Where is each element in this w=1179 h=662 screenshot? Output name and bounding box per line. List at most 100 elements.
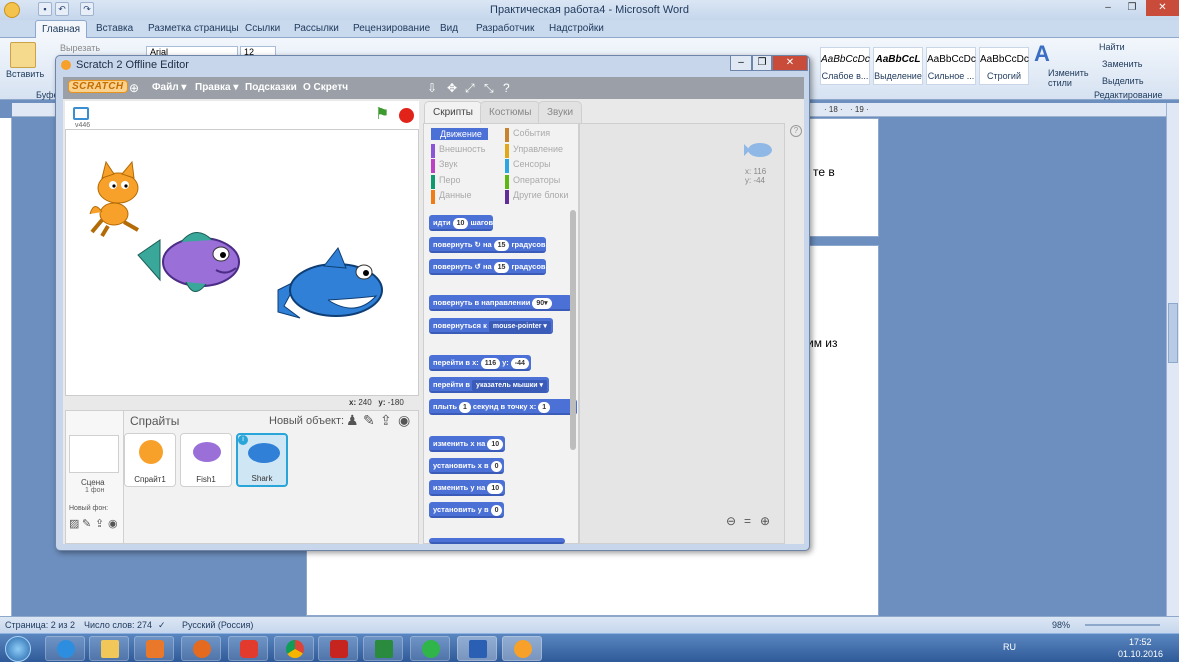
vertical-scrollbar[interactable] (1166, 103, 1179, 616)
taskbar-explorer[interactable] (89, 636, 129, 661)
paint-backdrop-icon[interactable]: ✎ (82, 517, 91, 530)
restore-icon[interactable]: ❐ (1121, 0, 1143, 16)
tab-developer[interactable]: Разработчик (476, 23, 534, 34)
block-turn-left[interactable]: повернуть ↺ на 15 градусов (429, 259, 546, 275)
backdrop-library-icon[interactable]: ▨ (69, 517, 79, 530)
block-set-y[interactable]: установить у в0 (429, 502, 505, 518)
scratch-close-icon[interactable]: ✕ (772, 56, 808, 71)
taskbar-ie[interactable] (45, 636, 85, 661)
tab-mailings[interactable]: Рассылки (294, 23, 339, 34)
fullscreen-icon[interactable] (73, 107, 89, 120)
block-turn-right[interactable]: повернуть ↻ на 15 градусов (429, 237, 546, 253)
zoom-level[interactable]: 98% (1052, 620, 1070, 630)
clock-time[interactable]: 17:52 (1129, 637, 1152, 647)
menu-edit[interactable]: Правка ▾ (195, 82, 238, 93)
block-point-direction[interactable]: повернуть в направлении 90▾ (429, 295, 572, 311)
green-flag-icon[interactable]: ⚑ (375, 104, 389, 124)
word-count[interactable]: Число слов: 274 (84, 620, 152, 630)
style-intense[interactable]: AaBbCcDc Сильное ... (926, 47, 976, 85)
zoom-slider[interactable] (1085, 624, 1160, 626)
stop-icon[interactable] (399, 108, 414, 123)
style-emphasis[interactable]: AaBbCcL Выделение (873, 47, 923, 85)
tab-view[interactable]: Вид (440, 23, 458, 34)
category-item[interactable]: Данные (431, 190, 472, 204)
help-icon[interactable]: ? (790, 125, 802, 137)
block-goto[interactable]: перейти в указатель мышки ▾ (429, 377, 549, 393)
page-count[interactable]: Страница: 2 из 2 (5, 620, 75, 630)
scratch-logo[interactable]: SCRATCH (68, 80, 128, 93)
upload-sprite-icon[interactable]: ⇪ (380, 412, 392, 429)
tab-insert[interactable]: Вставка (96, 23, 133, 34)
category-item[interactable]: Движение (431, 128, 488, 140)
camera-icon[interactable]: ◉ (398, 412, 410, 429)
zoom-reset-icon[interactable]: = (744, 514, 751, 528)
clock-date[interactable]: 01.10.2016 (1118, 649, 1163, 659)
tab-home[interactable]: Главная (35, 20, 88, 39)
category-item[interactable]: Операторы (505, 174, 560, 189)
taskbar-media[interactable] (134, 636, 174, 661)
help-icon[interactable]: ? (503, 81, 510, 95)
scratch-minimize-icon[interactable]: – (730, 56, 752, 71)
close-icon[interactable]: ✕ (1146, 0, 1179, 16)
change-styles-icon[interactable]: A (1034, 42, 1058, 66)
sprite-thumb-cat[interactable]: Спрайт1 (124, 433, 176, 487)
category-item[interactable]: Звук (431, 159, 457, 173)
taskbar-acrobat[interactable] (318, 636, 358, 661)
stage-thumbnail[interactable] (69, 435, 119, 473)
minimize-icon[interactable]: – (1097, 0, 1119, 16)
zoom-in-icon[interactable]: ⊕ (760, 514, 770, 528)
block-set-x[interactable]: установить х в0 (429, 458, 505, 474)
taskbar-mail[interactable] (410, 636, 450, 661)
duplicate-icon[interactable]: ⇩ (427, 81, 437, 95)
category-item[interactable]: Сенсоры (505, 159, 551, 173)
tab-addins[interactable]: Надстройки (549, 23, 604, 34)
scratch-restore-icon[interactable]: ❐ (752, 56, 772, 71)
menu-tips[interactable]: Подсказки (245, 82, 297, 93)
cut-button[interactable]: Вырезать (60, 43, 100, 53)
block-glide[interactable]: плыть 1 секунд в точку x: 1 (429, 399, 577, 415)
menu-file[interactable]: Файл ▾ (152, 82, 186, 93)
grow-icon[interactable]: ⤢ (465, 81, 475, 96)
zoom-out-icon[interactable]: ⊖ (726, 514, 736, 528)
taskbar-word[interactable] (457, 636, 497, 661)
taskbar-scratch[interactable] (502, 636, 542, 661)
tab-costumes[interactable]: Костюмы (480, 101, 541, 123)
block-partial[interactable] (429, 538, 565, 544)
taskbar-chrome[interactable] (274, 636, 314, 661)
tab-references[interactable]: Ссылки (245, 23, 280, 34)
language-tray[interactable]: RU (1003, 642, 1016, 652)
backdrop-camera-icon[interactable]: ◉ (108, 517, 118, 530)
info-icon[interactable]: i (238, 435, 248, 445)
category-item[interactable]: Перо (431, 174, 461, 189)
category-item[interactable]: Внешность (431, 143, 486, 158)
script-area[interactable]: ? x: 116 y: -44 ⊖ = ⊕ (579, 123, 802, 544)
paint-sprite-icon[interactable]: ✎ (363, 412, 375, 429)
upload-backdrop-icon[interactable]: ⇪ (95, 517, 104, 530)
block-change-x[interactable]: изменить х на 10 (429, 436, 506, 452)
spellcheck-icon[interactable]: ✓ (158, 620, 166, 631)
tab-sounds[interactable]: Звуки (538, 101, 583, 123)
sprite-thumb-fish[interactable]: Fish1 (180, 433, 232, 487)
scrollbar-thumb[interactable] (1168, 303, 1178, 363)
taskbar-app[interactable] (228, 636, 268, 661)
menu-about[interactable]: О Скретч (303, 82, 348, 93)
sprite-from-library-icon[interactable]: ♟ (346, 412, 359, 429)
paste-icon[interactable] (10, 42, 36, 68)
language-indicator[interactable]: Русский (Россия) (182, 620, 253, 630)
globe-icon[interactable]: ⊕ (129, 81, 139, 95)
tab-scripts[interactable]: Скрипты (424, 101, 482, 123)
block-point-towards[interactable]: повернуться к mouse-pointer ▾ (429, 318, 553, 334)
start-button[interactable] (5, 636, 31, 662)
replace-button[interactable]: Заменить (1102, 59, 1142, 69)
block-move[interactable]: идти 10 шагов (429, 215, 494, 231)
category-item[interactable]: Управление (505, 143, 563, 158)
delete-icon[interactable]: ✥ (447, 81, 457, 95)
select-button[interactable]: Выделить (1102, 76, 1144, 86)
style-subtle-emphasis[interactable]: AaBbCcDc Слабое в... (820, 47, 870, 85)
stage[interactable] (65, 129, 419, 396)
find-button[interactable]: Найти (1099, 42, 1125, 52)
style-strong[interactable]: AaBbCcDc Строгий (979, 47, 1029, 85)
shrink-icon[interactable]: ⤡ (484, 81, 494, 96)
taskbar-excel[interactable] (363, 636, 403, 661)
taskbar-firefox[interactable] (181, 636, 221, 661)
